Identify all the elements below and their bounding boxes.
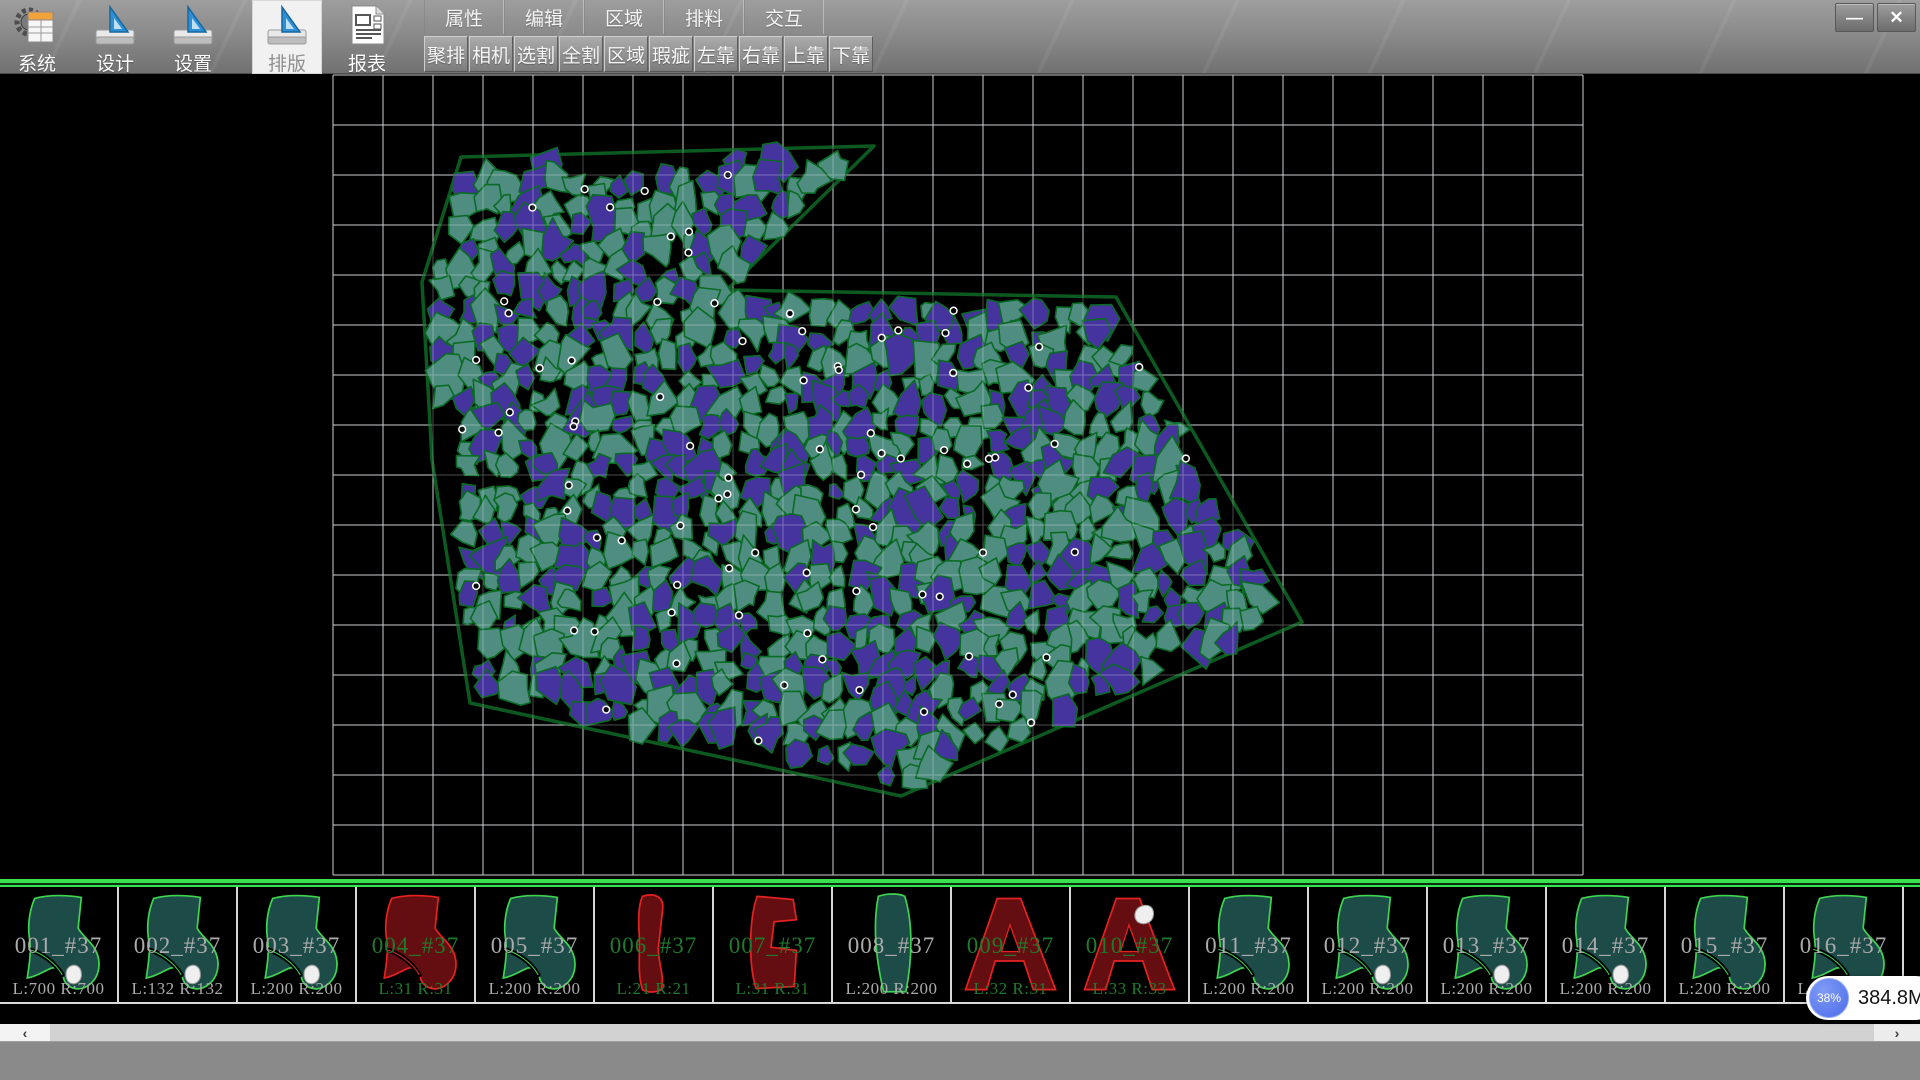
progress-circle: 38% bbox=[1809, 978, 1849, 1018]
piece-lr-count-label: L:132 R:132 bbox=[119, 979, 236, 999]
piece-id-label: 004_#37 bbox=[357, 933, 474, 959]
piece-id-label: 010_#37 bbox=[1071, 933, 1188, 959]
piece-id-label: 0 bbox=[1904, 933, 1920, 959]
piece-lr-count-label: L:200 R:200 bbox=[1666, 979, 1783, 999]
piece-id-label: 007_#37 bbox=[714, 933, 831, 959]
piece-lr-count-label: L:31 R:31 bbox=[714, 979, 831, 999]
tool-button-8[interactable]: 上靠 bbox=[784, 36, 828, 72]
piece-thumbnail[interactable]: 010_#37 L:33 R:33 bbox=[1071, 887, 1190, 1002]
piece-id-label: 005_#37 bbox=[476, 933, 593, 959]
piece-lr-count-label: L:31 R:31 bbox=[357, 979, 474, 999]
piece-lr-count-label: L:32 R:31 bbox=[952, 979, 1069, 999]
piece-lr-count-label: L:200 R:200 bbox=[1190, 979, 1307, 999]
app-toolbar: 系统 设计 设置 排版 报表 bbox=[0, 0, 402, 74]
piece-lr-count-label: L:21 R:21 bbox=[595, 979, 712, 999]
window-controls: — ✕ bbox=[1835, 3, 1916, 32]
menu-tab-1[interactable]: 编辑 bbox=[504, 0, 584, 34]
memory-usage: 384.8M bbox=[1858, 987, 1920, 1010]
app-button-layout[interactable]: 排版 bbox=[252, 0, 322, 74]
app-button-settings[interactable]: 设置 bbox=[158, 0, 228, 74]
status-bar bbox=[0, 1041, 1920, 1080]
pieces-strip: 001_#37 L:700 R:700002_#37 L:132 R:132003_… bbox=[0, 879, 1920, 1004]
ruler-icon bbox=[264, 3, 310, 47]
menu-tab-0[interactable]: 属性 bbox=[424, 0, 504, 34]
piece-thumbnail-list: 001_#37 L:700 R:700002_#37 L:132 R:132003_… bbox=[0, 887, 1920, 1004]
app-button-label: 排版 bbox=[268, 49, 306, 76]
piece-id-label: 009_#37 bbox=[952, 933, 1069, 959]
close-button[interactable]: ✕ bbox=[1877, 3, 1916, 32]
piece-id-label: 006_#37 bbox=[595, 933, 712, 959]
piece-id-label: 013_#37 bbox=[1428, 933, 1545, 959]
piece-thumbnail[interactable]: 005_#37 L:200 R:200 bbox=[476, 887, 595, 1002]
app-button-system[interactable]: 系统 bbox=[2, 0, 72, 74]
menu-tab-3[interactable]: 排料 bbox=[664, 0, 744, 34]
piece-thumbnail[interactable]: 008_#37 L:200 R:200 bbox=[833, 887, 952, 1002]
status-badge[interactable]: 38% 384.8M bbox=[1806, 976, 1920, 1020]
horizontal-scrollbar[interactable]: ‹ › bbox=[0, 1024, 1920, 1041]
minimize-button[interactable]: — bbox=[1835, 3, 1874, 32]
piece-id-label: 001_#37 bbox=[0, 933, 117, 959]
piece-thumbnail[interactable]: 003_#37 L:200 R:200 bbox=[238, 887, 357, 1002]
piece-lr-count-label: L:200 R:200 bbox=[238, 979, 355, 999]
piece-id-label: 002_#37 bbox=[119, 933, 236, 959]
app-button-report[interactable]: 报表 bbox=[332, 0, 402, 74]
app-button-label: 报表 bbox=[348, 49, 386, 76]
piece-thumbnail[interactable]: 009_#37 L:32 R:31 bbox=[952, 887, 1071, 1002]
report-icon bbox=[344, 3, 390, 47]
tool-button-0[interactable]: 聚排 bbox=[424, 36, 468, 72]
piece-thumbnail[interactable]: 002_#37 L:132 R:132 bbox=[119, 887, 238, 1002]
piece-thumbnail[interactable]: 011_#37 L:200 R:200 bbox=[1190, 887, 1309, 1002]
tool-button-2[interactable]: 选割 bbox=[514, 36, 558, 72]
piece-thumbnail[interactable]: 004_#37 L:31 R:31 bbox=[357, 887, 476, 1002]
titlebar: 系统 设计 设置 排版 报表 属性编辑区域排料交互 聚排相机选割全割区域瑕疵左靠右靠上靠… bbox=[0, 0, 1920, 74]
piece-lr-count-label: L:700 R:700 bbox=[0, 979, 117, 999]
app-button-label: 系统 bbox=[18, 49, 56, 76]
piece-id-label: 015_#37 bbox=[1666, 933, 1783, 959]
scroll-left-button[interactable]: ‹ bbox=[0, 1024, 50, 1041]
piece-thumbnail[interactable]: 015_#37 L:200 R:200 bbox=[1666, 887, 1785, 1002]
tool-button-7[interactable]: 右靠 bbox=[739, 36, 783, 72]
piece-thumbnail[interactable]: 006_#37 L:21 R:21 bbox=[595, 887, 714, 1002]
tool-button-5[interactable]: 瑕疵 bbox=[649, 36, 693, 72]
piece-thumbnail[interactable]: 007_#37 L:31 R:31 bbox=[714, 887, 833, 1002]
piece-lr-count-label: L:200 R:200 bbox=[1547, 979, 1664, 999]
app-button-label: 设置 bbox=[174, 49, 212, 76]
ruler-icon bbox=[170, 3, 216, 47]
menu-tabs: 属性编辑区域排料交互 bbox=[424, 0, 824, 34]
tool-button-6[interactable]: 左靠 bbox=[694, 36, 738, 72]
piece-lr-count-label: L:200 R:200 bbox=[1428, 979, 1545, 999]
tool-button-4[interactable]: 区域 bbox=[604, 36, 648, 72]
menu-tab-2[interactable]: 区域 bbox=[584, 0, 664, 34]
piece-lr-count-label: L:200 R:200 bbox=[1309, 979, 1426, 999]
piece-lr-count-label: L:200 R:200 bbox=[476, 979, 593, 999]
piece-thumbnail[interactable]: 012_#37 L:200 R:200 bbox=[1309, 887, 1428, 1002]
piece-id-label: 016_#37 bbox=[1785, 933, 1902, 959]
tool-button-1[interactable]: 相机 bbox=[469, 36, 513, 72]
piece-id-label: 014_#37 bbox=[1547, 933, 1664, 959]
gear-table-icon bbox=[14, 3, 60, 47]
menu-tab-4[interactable]: 交互 bbox=[744, 0, 824, 34]
piece-lr-count-label: L:33 R:33 bbox=[1071, 979, 1188, 999]
ruler-icon bbox=[92, 3, 138, 47]
app-button-design[interactable]: 设计 bbox=[80, 0, 150, 74]
piece-thumbnail[interactable]: 013_#37 L:200 R:200 bbox=[1428, 887, 1547, 1002]
scroll-right-button[interactable]: › bbox=[1874, 1024, 1920, 1041]
piece-id-label: 003_#37 bbox=[238, 933, 355, 959]
tool-buttons: 聚排相机选割全割区域瑕疵左靠右靠上靠下靠 bbox=[424, 36, 873, 72]
progress-percent: 38% bbox=[1817, 991, 1841, 1005]
piece-id-label: 008_#37 bbox=[833, 933, 950, 959]
piece-thumbnail[interactable]: 014_#37 L:200 R:200 bbox=[1547, 887, 1666, 1002]
piece-id-label: 012_#37 bbox=[1309, 933, 1426, 959]
tool-button-3[interactable]: 全割 bbox=[559, 36, 603, 72]
piece-id-label: 011_#37 bbox=[1190, 933, 1307, 959]
piece-lr-count-label: L:200 R:200 bbox=[833, 979, 950, 999]
tool-button-9[interactable]: 下靠 bbox=[829, 36, 873, 72]
piece-thumbnail[interactable]: 001_#37 L:700 R:700 bbox=[0, 887, 119, 1002]
app-button-label: 设计 bbox=[96, 49, 134, 76]
